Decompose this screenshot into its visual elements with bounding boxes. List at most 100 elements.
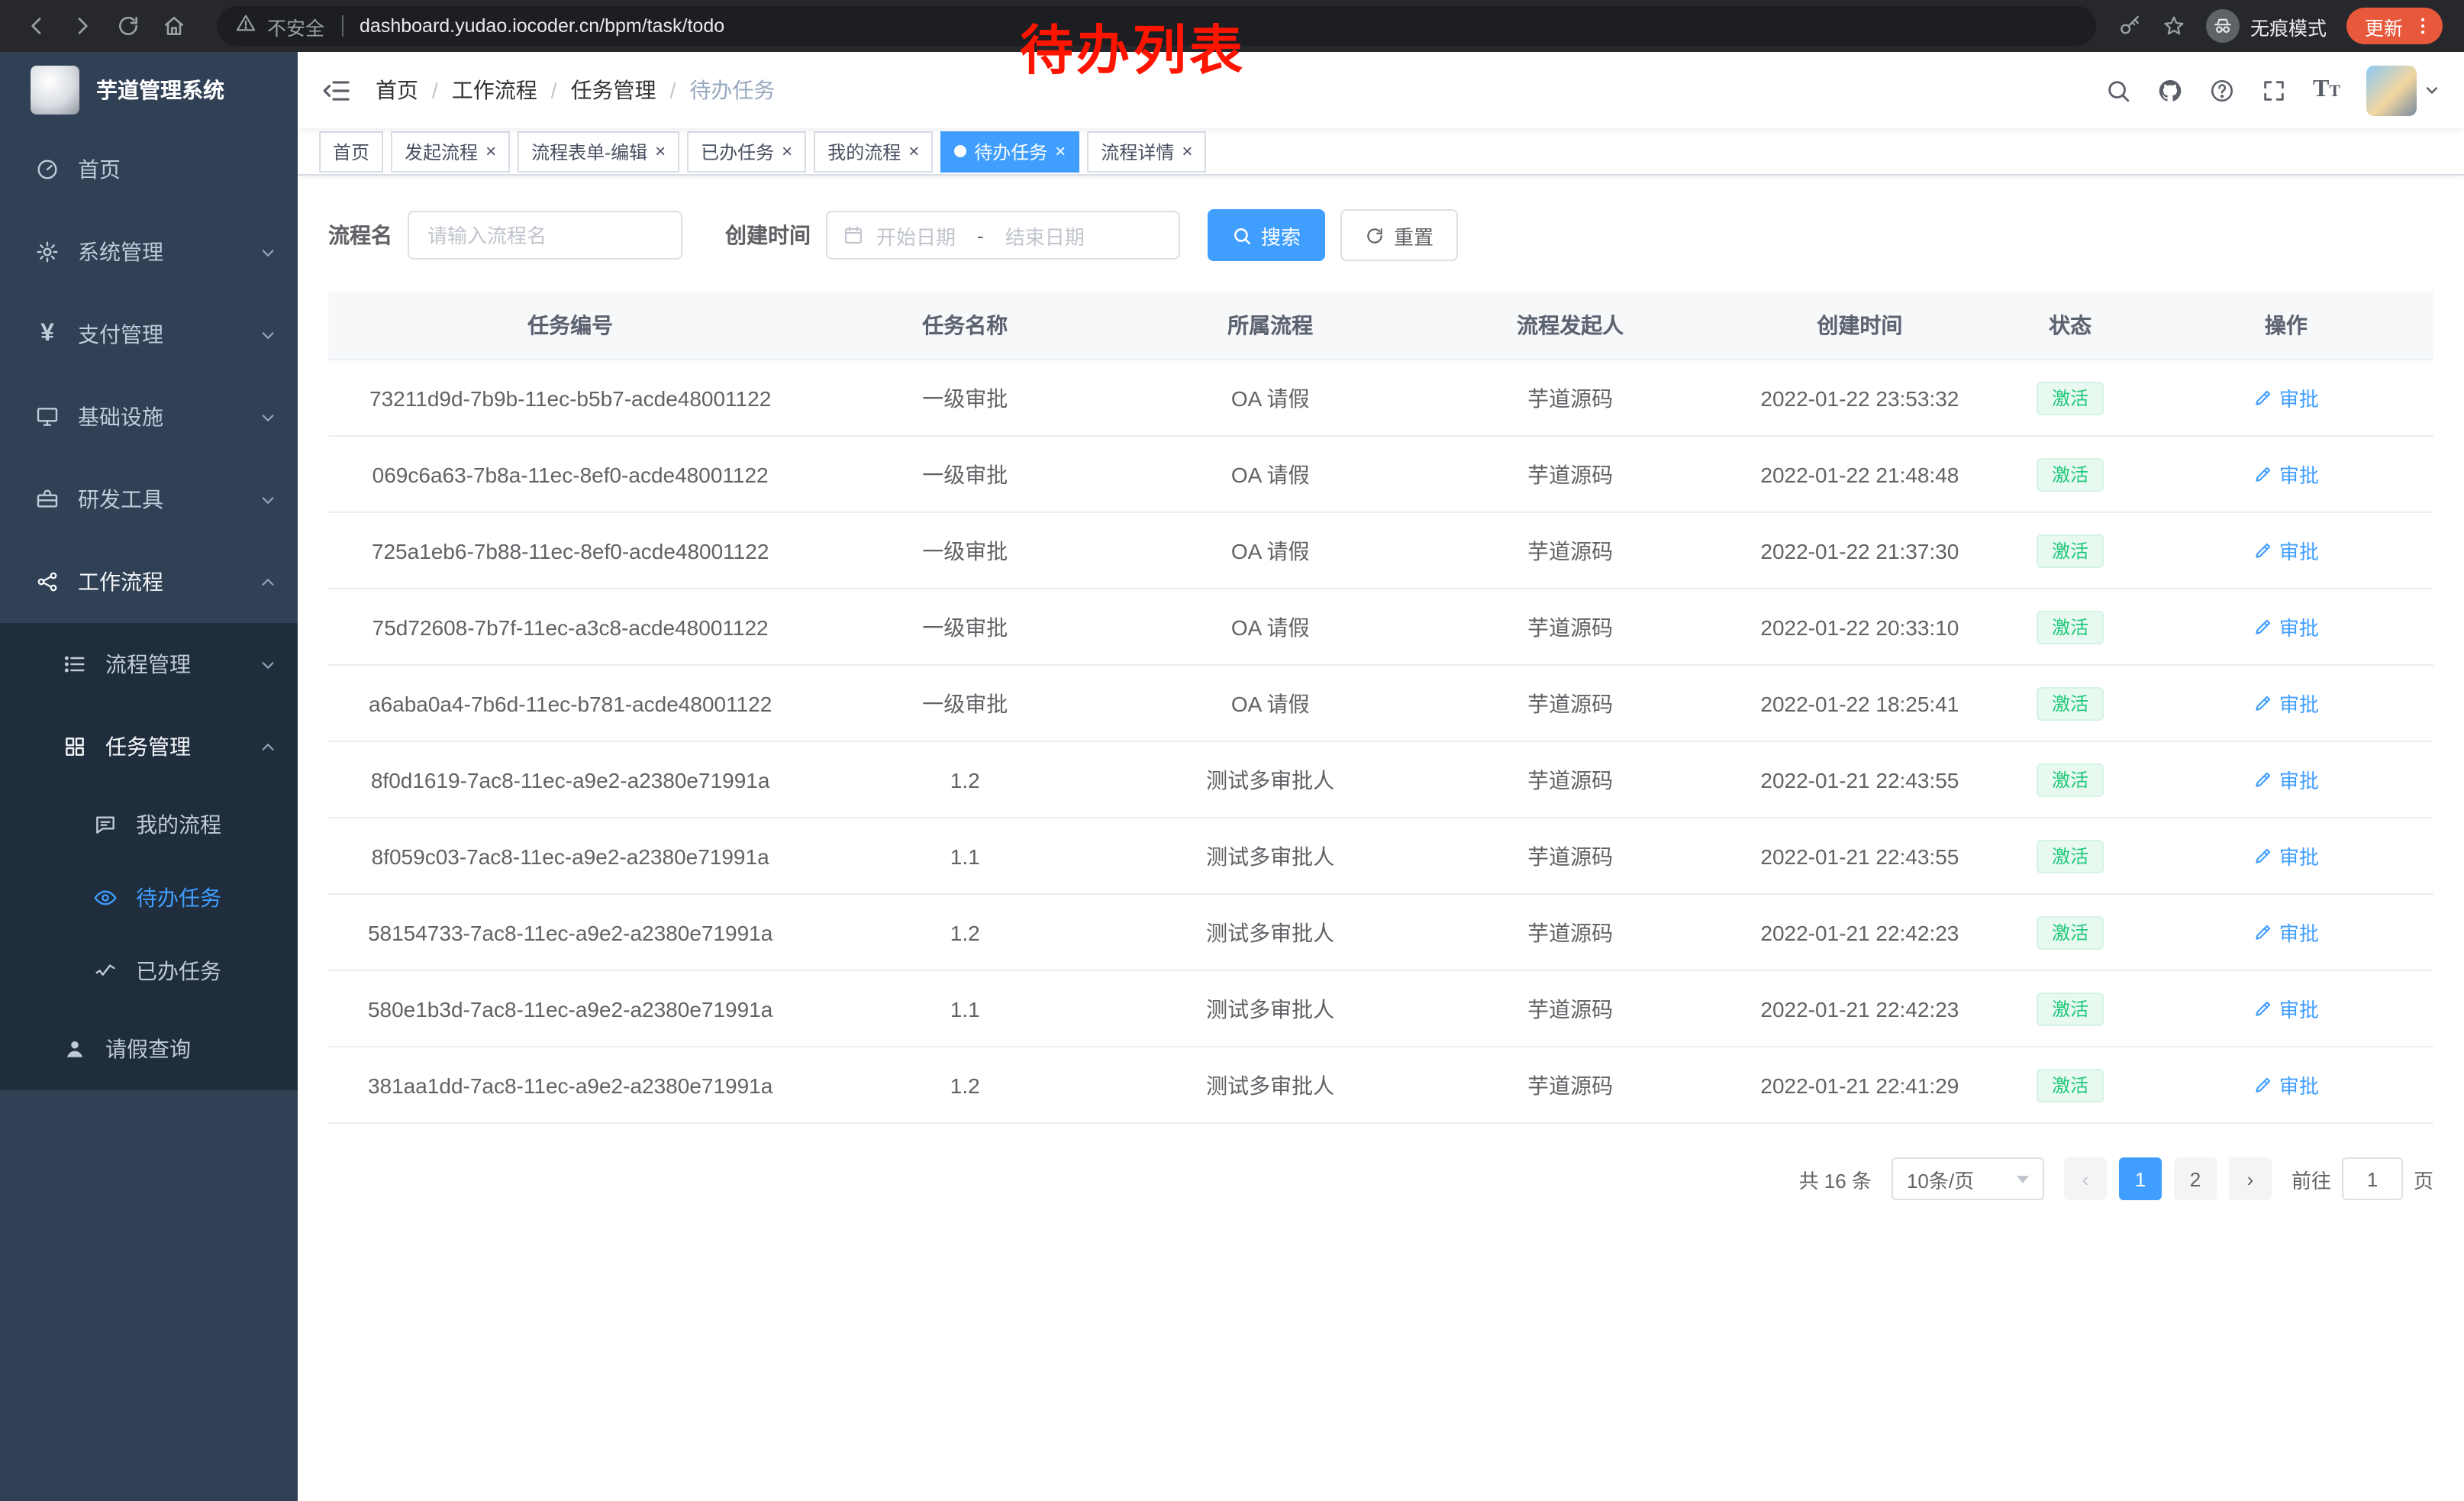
breadcrumb-home[interactable]: 首页	[376, 75, 418, 105]
search-button-label: 搜索	[1261, 221, 1301, 250]
breadcrumb-separator: /	[551, 78, 557, 102]
cell-task-id: 58154733-7ac8-11ec-a9e2-a2380e71991a	[328, 894, 812, 970]
top-navbar: 首页 / 工作流程 / 任务管理 / 待办任务 TT	[298, 52, 2464, 128]
approve-link[interactable]: 审批	[2253, 612, 2319, 641]
sidebar-item-label: 首页	[78, 154, 121, 185]
approve-link[interactable]: 审批	[2253, 765, 2319, 794]
cell-task-id: 73211d9d-7b9b-11ec-b5b7-acde48001122	[328, 360, 812, 436]
process-name-input[interactable]	[408, 211, 682, 260]
cell-status: 激活	[2002, 970, 2139, 1047]
sidebar-item-payment[interactable]: ¥ 支付管理	[0, 293, 298, 376]
sidebar-item-task-mgmt[interactable]: 任务管理	[0, 705, 298, 788]
breadcrumb-workflow[interactable]: 工作流程	[452, 75, 537, 105]
sidebar-item-my-process[interactable]: 我的流程	[0, 788, 298, 861]
approve-link[interactable]: 审批	[2253, 841, 2319, 870]
close-icon[interactable]: ×	[908, 142, 919, 160]
breadcrumb-current: 待办任务	[689, 75, 775, 105]
end-date-placeholder: 结束日期	[1005, 221, 1085, 250]
cell-process: 测试多审批人	[1118, 970, 1423, 1047]
user-menu[interactable]	[2366, 65, 2440, 115]
github-icon[interactable]	[2157, 77, 2183, 103]
tab-process-detail[interactable]: 流程详情 ×	[1087, 131, 1206, 172]
page-button-2[interactable]: 2	[2174, 1157, 2217, 1200]
table-body: 73211d9d-7b9b-11ec-b5b7-acde48001122 一级审…	[328, 360, 2433, 1123]
search-icon[interactable]	[2105, 77, 2131, 103]
tab-done-tasks[interactable]: 已办任务 ×	[687, 131, 806, 172]
goto-prefix: 前往	[2291, 1164, 2331, 1193]
sidebar-item-infrastructure[interactable]: 基础设施	[0, 376, 298, 458]
breadcrumb-task-mgmt[interactable]: 任务管理	[571, 75, 656, 105]
page-button-1[interactable]: 1	[2119, 1157, 2162, 1200]
table-row: 580e1b3d-7ac8-11ec-a9e2-a2380e71991a 1.1…	[328, 970, 2433, 1047]
close-icon[interactable]: ×	[655, 142, 666, 160]
approve-link[interactable]: 审批	[2253, 918, 2319, 947]
sidebar-item-system[interactable]: 系统管理	[0, 211, 298, 293]
next-page-button[interactable]: ›	[2229, 1157, 2272, 1200]
approve-link[interactable]: 审批	[2253, 994, 2319, 1023]
sidebar-item-home[interactable]: 首页	[0, 128, 298, 211]
sidebar-item-process-mgmt[interactable]: 流程管理	[0, 623, 298, 705]
goto-page-input[interactable]	[2342, 1157, 2403, 1200]
key-icon[interactable]	[2117, 14, 2142, 38]
fullscreen-icon[interactable]	[2261, 77, 2287, 103]
cell-initiator: 芋道源码	[1423, 436, 1717, 512]
cell-actions: 审批	[2139, 818, 2433, 894]
sidebar-item-todo-tasks[interactable]: 待办任务	[0, 861, 298, 934]
incognito-badge[interactable]: 无痕模式	[2206, 9, 2327, 43]
gear-icon	[34, 240, 61, 264]
cell-status: 激活	[2002, 894, 2139, 970]
help-icon[interactable]	[2209, 77, 2235, 103]
tab-process-form-edit[interactable]: 流程表单-编辑 ×	[518, 131, 679, 172]
pager: ‹ 1 2 ›	[2064, 1157, 2272, 1200]
close-icon[interactable]: ×	[1182, 142, 1192, 160]
status-badge: 激活	[2037, 763, 2104, 796]
dashboard-icon	[34, 157, 61, 182]
search-button[interactable]: 搜索	[1208, 209, 1325, 261]
annotation-overlay: 待办列表	[1020, 8, 1246, 86]
tab-start-process[interactable]: 发起流程 ×	[391, 131, 510, 172]
date-range-picker[interactable]: 开始日期 - 结束日期	[826, 211, 1180, 260]
close-icon[interactable]: ×	[485, 142, 496, 160]
sidebar-item-label: 我的流程	[136, 809, 221, 840]
prev-page-button[interactable]: ‹	[2064, 1157, 2107, 1200]
bookmark-star-icon[interactable]	[2162, 14, 2186, 38]
tab-label: 流程详情	[1101, 138, 1174, 164]
reset-button[interactable]: 重置	[1340, 209, 1458, 261]
yen-icon: ¥	[34, 322, 61, 347]
sidebar-item-label: 流程管理	[105, 649, 191, 679]
approve-link-label: 审批	[2279, 994, 2319, 1023]
approve-link[interactable]: 审批	[2253, 1070, 2319, 1099]
cell-actions: 审批	[2139, 741, 2433, 818]
cell-created: 2022-01-22 18:25:41	[1717, 665, 2001, 741]
col-status: 状态	[2002, 292, 2139, 360]
close-icon[interactable]: ×	[782, 142, 792, 160]
tab-todo-tasks[interactable]: 待办任务 ×	[940, 131, 1079, 172]
font-size-icon[interactable]: TT	[2313, 78, 2340, 102]
sidebar-item-workflow[interactable]: 工作流程	[0, 541, 298, 623]
sidebar: 芋道管理系统 首页 系统管理 ¥ 支付管理 基础设施	[0, 52, 298, 1501]
chevron-down-icon	[260, 491, 276, 508]
tab-home[interactable]: 首页	[319, 131, 383, 172]
monitor-icon	[34, 405, 61, 429]
sidebar-collapse-icon[interactable]	[322, 76, 351, 105]
approve-link[interactable]: 审批	[2253, 383, 2319, 412]
sidebar-item-devtools[interactable]: 研发工具	[0, 458, 298, 541]
cell-initiator: 芋道源码	[1423, 360, 1717, 436]
tab-my-process[interactable]: 我的流程 ×	[814, 131, 933, 172]
update-button[interactable]: 更新	[2346, 8, 2443, 44]
close-icon[interactable]: ×	[1055, 142, 1066, 160]
reload-icon[interactable]	[116, 14, 140, 38]
approve-link[interactable]: 审批	[2253, 689, 2319, 718]
approve-link[interactable]: 审批	[2253, 536, 2319, 565]
sidebar-item-leave-query[interactable]: 请假查询	[0, 1008, 298, 1090]
back-icon[interactable]	[24, 14, 49, 38]
forward-icon[interactable]	[70, 14, 95, 38]
sidebar-item-done-tasks[interactable]: 已办任务	[0, 934, 298, 1008]
url-text: dashboard.yudao.iocoder.cn/bpm/task/todo	[360, 15, 724, 37]
approve-link-label: 审批	[2279, 383, 2319, 412]
range-separator: -	[977, 224, 984, 247]
approve-link[interactable]: 审批	[2253, 460, 2319, 489]
home-icon[interactable]	[162, 14, 186, 38]
kebab-menu-icon[interactable]	[2412, 15, 2433, 37]
page-size-select[interactable]: 10条/页	[1892, 1157, 2044, 1200]
